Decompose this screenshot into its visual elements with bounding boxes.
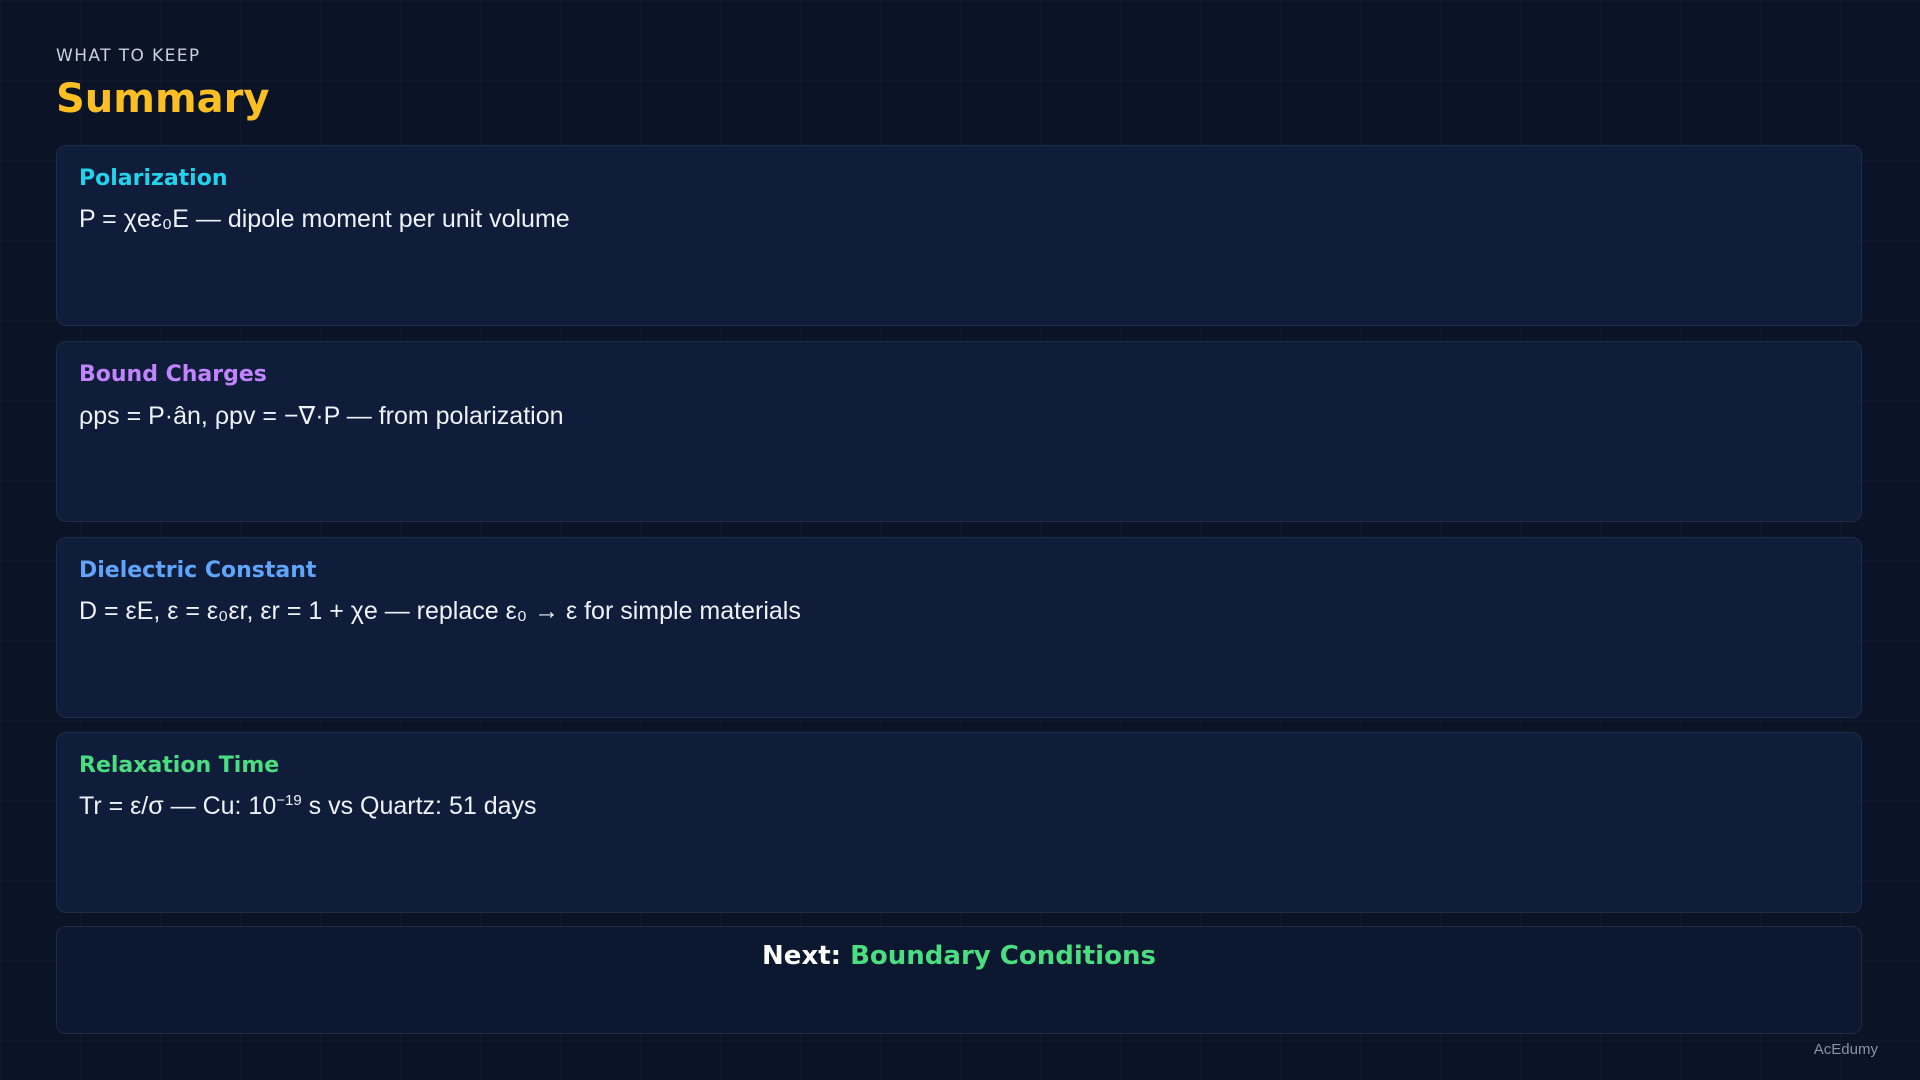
page-title: Summary xyxy=(56,76,270,122)
card-label: Dielectric Constant xyxy=(79,558,317,583)
body-exponent: −19 xyxy=(276,792,302,809)
card-body: P = χeε₀E — dipole moment per unit volum… xyxy=(79,205,570,233)
card-body: Tr = ε/σ — Cu: 10−19 s vs Quartz: 51 day… xyxy=(79,792,1839,821)
card-label: Relaxation Time xyxy=(79,753,280,778)
card-body: ρps = P·ân, ρpv = −∇·P — from polarizati… xyxy=(79,402,564,430)
watermark: AcEdumy xyxy=(1813,1041,1878,1058)
body-suffix: s vs Quartz: 51 days xyxy=(301,792,537,820)
card-label: Polarization xyxy=(79,166,228,191)
next-prefix: Next: xyxy=(762,941,851,971)
next-topic-card[interactable]: Next: Boundary Conditions xyxy=(56,926,1862,1034)
section-eyebrow: WHAT TO KEEP xyxy=(56,46,201,66)
body-prefix: Tr = ε/σ — Cu: 10 xyxy=(79,792,277,820)
card-polarization: Polarization P = χeε₀E — dipole moment p… xyxy=(56,145,1862,326)
card-bound-charges: Bound Charges ρps = P·ân, ρpv = −∇·P — f… xyxy=(56,341,1862,522)
next-topic-link[interactable]: Boundary Conditions xyxy=(850,941,1156,971)
card-body: D = εE, ε = ε₀εr, εr = 1 + χe — replace … xyxy=(79,597,801,625)
card-relaxation-time: Relaxation Time Tr = ε/σ — Cu: 10−19 s v… xyxy=(56,732,1862,913)
card-label: Bound Charges xyxy=(79,362,267,387)
card-dielectric-constant: Dielectric Constant D = εE, ε = ε₀εr, εr… xyxy=(56,537,1862,718)
header: WHAT TO KEEP Summary xyxy=(56,46,269,122)
